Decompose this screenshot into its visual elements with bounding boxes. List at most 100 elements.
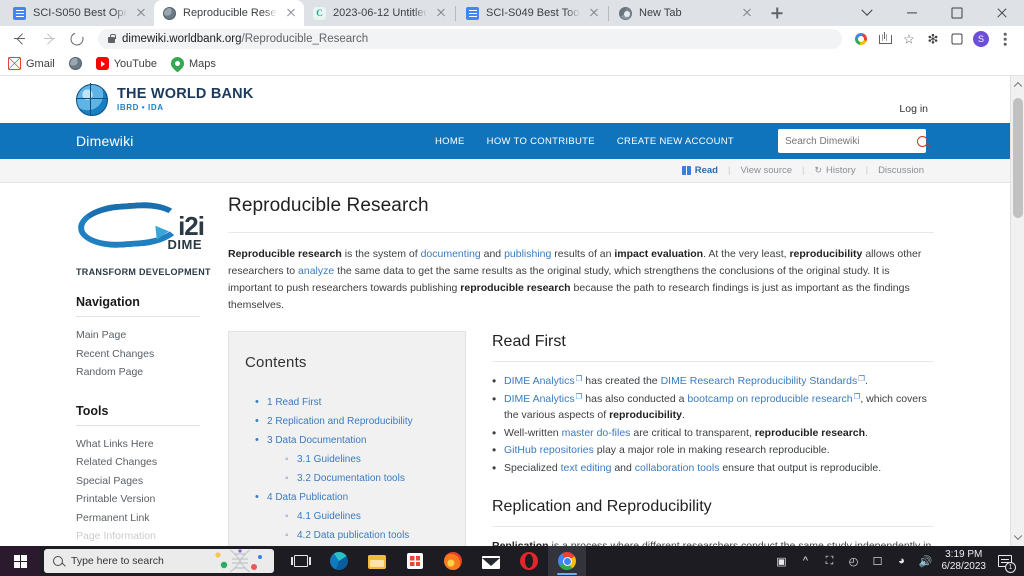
google-lens-icon[interactable] bbox=[850, 26, 872, 52]
extensions-icon[interactable]: ❇ bbox=[922, 26, 944, 52]
sidebar-item-related-changes[interactable]: Related Changes bbox=[76, 453, 228, 472]
link-master-do-files[interactable]: master do-files bbox=[562, 427, 631, 439]
toc-link[interactable]: 4.2 Data publication tools bbox=[297, 530, 409, 541]
sidebar-item-printable-version[interactable]: Printable Version bbox=[76, 490, 228, 509]
sidebar-item-recent-changes[interactable]: Recent Changes bbox=[76, 345, 228, 364]
bookmark-gmail[interactable]: Gmail bbox=[8, 57, 55, 70]
sidebar-item-main-page[interactable]: Main Page bbox=[76, 326, 228, 345]
close-icon[interactable] bbox=[434, 6, 448, 20]
minimize-button[interactable] bbox=[889, 0, 934, 26]
toc-item-1[interactable]: 1 Read First bbox=[255, 393, 449, 412]
browser-tab-2[interactable]: Reproducible Research - Dim bbox=[154, 0, 304, 26]
taskbar-microsoft-store[interactable] bbox=[396, 546, 434, 576]
site-search[interactable] bbox=[778, 129, 928, 153]
start-button[interactable] bbox=[0, 546, 40, 576]
wifi-icon[interactable]: ◕ bbox=[890, 546, 914, 576]
chevron-down-icon[interactable] bbox=[844, 0, 889, 26]
link-dime-analytics[interactable]: DIME Analytics bbox=[504, 375, 582, 387]
toc-item-2[interactable]: 2 Replication and Reproducibility bbox=[255, 412, 449, 431]
taskbar-file-explorer[interactable] bbox=[358, 546, 396, 576]
tab-read[interactable]: Read bbox=[672, 165, 728, 176]
link-dime-analytics[interactable]: DIME Analytics bbox=[504, 393, 582, 405]
reload-button[interactable] bbox=[64, 26, 90, 52]
toc-link[interactable]: 3.1 Guidelines bbox=[297, 454, 361, 465]
show-hidden-icons-icon[interactable]: ^ bbox=[794, 546, 818, 576]
sidebar-item-random-page[interactable]: Random Page bbox=[76, 363, 228, 382]
bookmark-youtube[interactable]: YouTube bbox=[95, 57, 157, 70]
toc-link[interactable]: 3.2 Documentation tools bbox=[297, 473, 405, 484]
login-link[interactable]: Log in bbox=[899, 103, 928, 115]
link-text-editing[interactable]: text editing bbox=[561, 462, 612, 474]
meet-now-icon[interactable]: ⛶ bbox=[818, 546, 842, 576]
share-icon[interactable] bbox=[874, 26, 896, 52]
close-icon[interactable] bbox=[587, 6, 601, 20]
new-tab-button[interactable] bbox=[764, 0, 790, 26]
security-icon[interactable]: ☐ bbox=[866, 546, 890, 576]
close-icon[interactable] bbox=[284, 6, 298, 20]
scrollbar-thumb[interactable] bbox=[1013, 98, 1023, 218]
taskbar-mail[interactable] bbox=[472, 546, 510, 576]
bookmark-globe[interactable] bbox=[68, 57, 82, 70]
taskbar-task-view[interactable] bbox=[282, 546, 320, 576]
taskbar-edge[interactable] bbox=[320, 546, 358, 576]
close-icon[interactable] bbox=[740, 6, 754, 20]
link-analyze[interactable]: analyze bbox=[298, 265, 334, 277]
browser-tab-5[interactable]: New Tab bbox=[610, 0, 760, 26]
browser-tab-1[interactable]: SCI-S050 Best Open Science bbox=[4, 0, 154, 26]
link-documenting[interactable]: documenting bbox=[421, 248, 481, 260]
toc-link[interactable]: 4.1 Guidelines bbox=[297, 511, 361, 522]
search-input[interactable] bbox=[785, 135, 917, 147]
usb-icon[interactable]: ◴ bbox=[842, 546, 866, 576]
address-bar[interactable]: dimewiki.worldbank.org/Reproducible_Rese… bbox=[98, 29, 842, 49]
site-name[interactable]: Dimewiki bbox=[76, 133, 134, 149]
nav-item-how-to-contribute[interactable]: HOW TO CONTRIBUTE bbox=[487, 136, 595, 147]
tab-discussion[interactable]: Discussion bbox=[868, 165, 934, 176]
taskbar-firefox[interactable] bbox=[434, 546, 472, 576]
toc-item-3-2[interactable]: 3.2 Documentation tools bbox=[285, 469, 449, 488]
sidebar-item-what-links-here[interactable]: What Links Here bbox=[76, 435, 228, 454]
sidebar-item-special-pages[interactable]: Special Pages bbox=[76, 472, 228, 491]
maximize-button[interactable] bbox=[934, 0, 979, 26]
sidebar-item-page-information[interactable]: Page Information bbox=[76, 527, 228, 546]
back-button[interactable] bbox=[8, 26, 34, 52]
clock[interactable]: 3:19 PM 6/28/2023 bbox=[938, 549, 993, 573]
link-collaboration-tools[interactable]: collaboration tools bbox=[635, 462, 720, 474]
toc-link[interactable]: 4 Data Publication bbox=[267, 492, 348, 503]
bookmark-maps[interactable]: Maps bbox=[168, 54, 216, 73]
close-window-button[interactable] bbox=[979, 0, 1024, 26]
close-icon[interactable] bbox=[134, 6, 148, 20]
toc-link[interactable]: 1 Read First bbox=[267, 397, 321, 408]
tab-view-source[interactable]: View source bbox=[730, 165, 802, 176]
nav-item-create-new-account[interactable]: CREATE NEW ACCOUNT bbox=[617, 136, 734, 147]
toc-link[interactable]: 2 Replication and Reproducibility bbox=[267, 416, 413, 427]
search-icon[interactable] bbox=[917, 135, 928, 147]
link-github-repositories[interactable]: GitHub repositories bbox=[504, 444, 594, 456]
toc-item-3[interactable]: 3 Data Documentation 3.1 Guidelines 3.2 … bbox=[255, 431, 449, 488]
link-publishing[interactable]: publishing bbox=[504, 248, 551, 260]
volume-icon[interactable]: 🔊 bbox=[914, 546, 938, 576]
side-panel-icon[interactable] bbox=[946, 26, 968, 52]
tab-history[interactable]: ↻ History bbox=[804, 165, 865, 176]
toc-item-4-1[interactable]: 4.1 Guidelines bbox=[285, 507, 449, 526]
nav-item-home[interactable]: HOME bbox=[435, 136, 465, 147]
taskbar-chrome[interactable] bbox=[548, 546, 586, 576]
avatar[interactable]: S bbox=[970, 26, 992, 52]
scroll-up-icon[interactable] bbox=[1011, 78, 1024, 92]
sidebar-item-permanent-link[interactable]: Permanent Link bbox=[76, 509, 228, 528]
scroll-down-icon[interactable] bbox=[1011, 530, 1024, 544]
notification-center-button[interactable]: 1 bbox=[992, 546, 1018, 576]
link-dime-reproducibility-standards[interactable]: DIME Research Reproducibility Standards bbox=[661, 375, 865, 387]
toc-link[interactable]: 3 Data Documentation bbox=[267, 435, 367, 446]
taskbar-search[interactable]: Type here to search bbox=[44, 549, 274, 573]
forward-button[interactable] bbox=[36, 26, 62, 52]
taskbar-opera[interactable] bbox=[510, 546, 548, 576]
toc-item-4[interactable]: 4 Data Publication 4.1 Guidelines 4.2 Da… bbox=[255, 488, 449, 545]
chrome-menu-icon[interactable] bbox=[994, 26, 1016, 52]
toc-item-4-2[interactable]: 4.2 Data publication tools bbox=[285, 526, 449, 545]
browser-tab-4[interactable]: SCI-S049 Best Tools for Track bbox=[457, 0, 607, 26]
bookmark-star-icon[interactable]: ☆ bbox=[898, 26, 920, 52]
toc-item-3-1[interactable]: 3.1 Guidelines bbox=[285, 450, 449, 469]
page-scrollbar[interactable] bbox=[1010, 76, 1024, 546]
link-bootcamp[interactable]: bootcamp on reproducible research bbox=[687, 393, 860, 405]
news-and-interests-icon[interactable]: ▣ bbox=[770, 546, 794, 576]
